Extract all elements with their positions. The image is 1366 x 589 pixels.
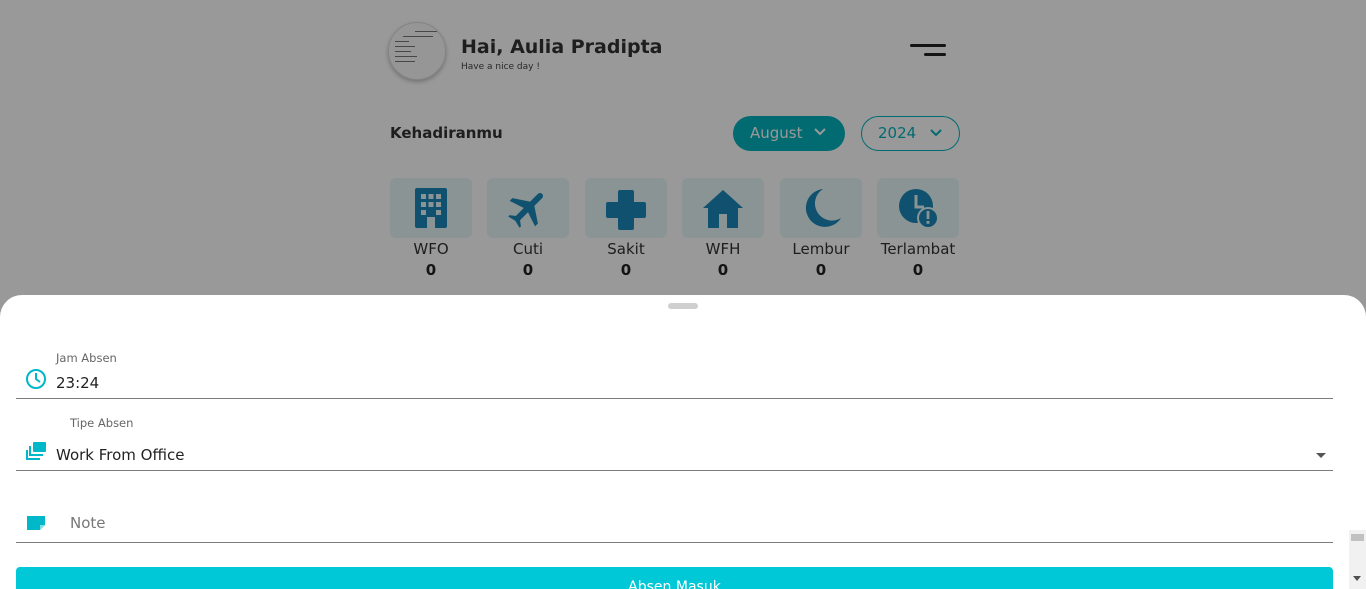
time-field[interactable]: 23:24 xyxy=(56,374,99,392)
submit-button[interactable]: Absen Masuk xyxy=(16,567,1333,589)
note-input[interactable]: Note xyxy=(70,514,106,532)
layers-icon xyxy=(26,442,46,460)
bottom-sheet: Jam Absen 23:24 Tipe Absen Work From Off… xyxy=(0,295,1366,589)
clock-icon xyxy=(26,369,46,389)
scrollbar[interactable] xyxy=(1349,530,1366,589)
time-field-underline xyxy=(16,398,1333,399)
note-icon xyxy=(27,516,45,530)
note-field-underline xyxy=(16,542,1333,543)
sheet-drag-handle[interactable] xyxy=(668,303,698,309)
dropdown-arrow-icon[interactable] xyxy=(1315,452,1327,460)
type-select[interactable]: Work From Office xyxy=(56,446,184,464)
type-field-underline xyxy=(16,470,1333,471)
scroll-down-arrow-icon[interactable] xyxy=(1353,576,1361,581)
time-field-label: Jam Absen xyxy=(56,351,117,365)
scrollbar-thumb[interactable] xyxy=(1351,534,1364,541)
type-field-label: Tipe Absen xyxy=(70,416,134,430)
